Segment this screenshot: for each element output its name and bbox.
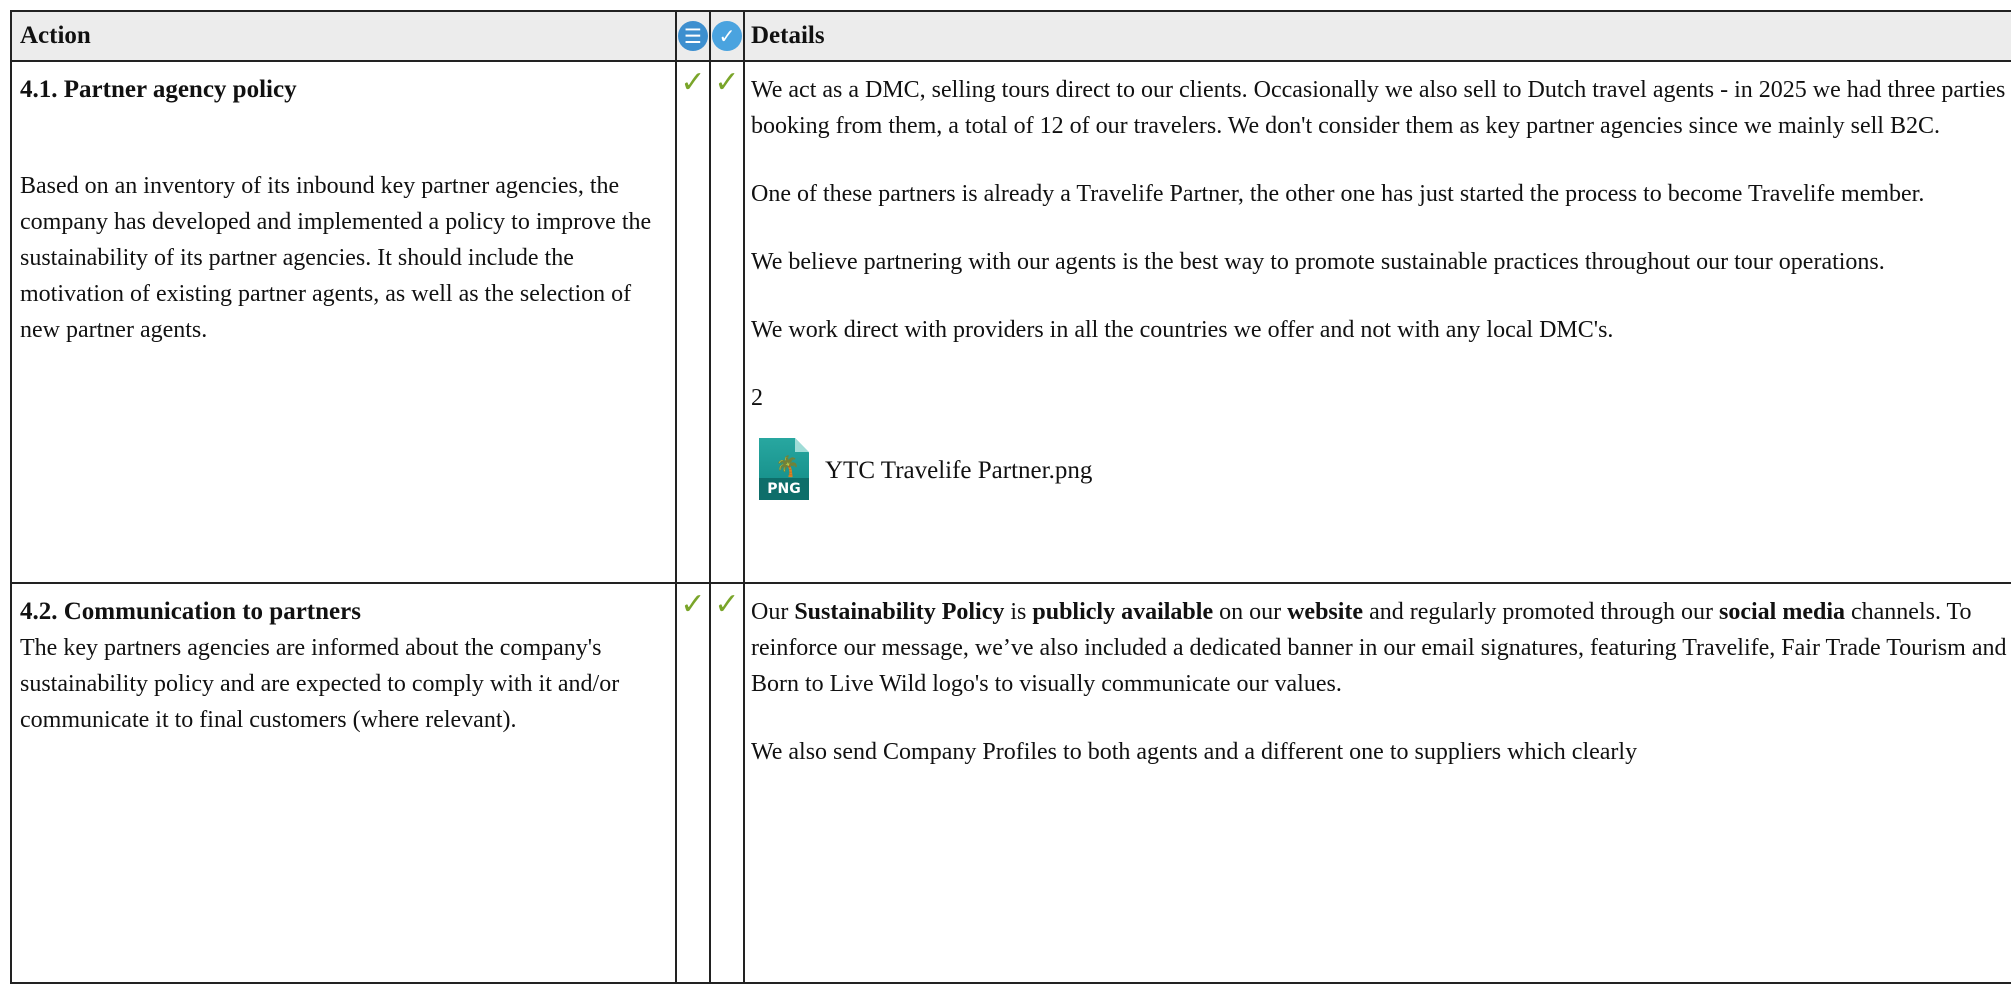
bold-publicly-available: publicly available xyxy=(1032,599,1214,625)
png-file-icon[interactable]: 🌴 PNG xyxy=(759,438,809,504)
details-paragraph: 2 xyxy=(751,385,763,411)
details-paragraph: We work direct with providers in all the… xyxy=(751,317,1614,343)
attachment-link[interactable]: 🌴 PNG YTC Travelife Partner.png xyxy=(751,438,2011,504)
action-description: The key partners agencies are informed a… xyxy=(20,635,620,733)
bold-website: website xyxy=(1287,599,1364,625)
requirements-table: Action ☰ ✓ Details 4.1. Partner agency p… xyxy=(10,10,2011,984)
action-description: Based on an inventory of its inbound key… xyxy=(20,173,652,343)
status-cell-1: ✓ xyxy=(675,60,711,584)
table-row: 4.1. Partner agency policy Based on an i… xyxy=(10,60,2011,584)
attachment-filename[interactable]: YTC Travelife Partner.png xyxy=(825,453,1092,489)
bold-sustainability-policy: Sustainability Policy xyxy=(794,599,1005,625)
status-cell-2: ✓ xyxy=(709,582,745,984)
table-header-row: Action ☰ ✓ Details xyxy=(10,10,2011,62)
checkmark-icon: ✓ xyxy=(714,65,740,100)
details-paragraph: We believe partnering with our agents is… xyxy=(751,249,1885,275)
list-icon[interactable]: ☰ xyxy=(678,21,708,52)
details-cell: We act as a DMC, selling tours direct to… xyxy=(743,60,2011,584)
table-row: 4.2. Communication to partners The key p… xyxy=(10,582,2011,984)
checkmark-icon: ✓ xyxy=(714,587,740,622)
bold-social-media: social media xyxy=(1719,599,1845,625)
details-paragraph: We act as a DMC, selling tours direct to… xyxy=(751,77,2006,139)
column-header-action: Action xyxy=(10,10,677,62)
details-paragraph: Our Sustainability Policy is publicly av… xyxy=(751,599,2007,697)
action-title: 4.1. Partner agency policy xyxy=(20,76,297,103)
status-cell-2: ✓ xyxy=(709,60,745,584)
action-cell: 4.1. Partner agency policy Based on an i… xyxy=(10,60,677,584)
details-paragraph: We also send Company Profiles to both ag… xyxy=(751,739,1638,765)
column-header-check[interactable]: ✓ xyxy=(709,10,745,62)
details-paragraph: One of these partners is already a Trave… xyxy=(751,181,1925,207)
checkmark-icon: ✓ xyxy=(680,587,706,622)
action-cell: 4.2. Communication to partners The key p… xyxy=(10,582,677,984)
check-circle-icon[interactable]: ✓ xyxy=(712,21,742,52)
column-header-list[interactable]: ☰ xyxy=(675,10,711,62)
png-badge: PNG xyxy=(759,478,809,500)
checkmark-icon: ✓ xyxy=(680,65,706,100)
status-cell-1: ✓ xyxy=(675,582,711,984)
column-header-details: Details xyxy=(743,10,2011,62)
details-cell: Our Sustainability Policy is publicly av… xyxy=(743,582,2011,984)
action-title: 4.2. Communication to partners xyxy=(20,598,361,625)
